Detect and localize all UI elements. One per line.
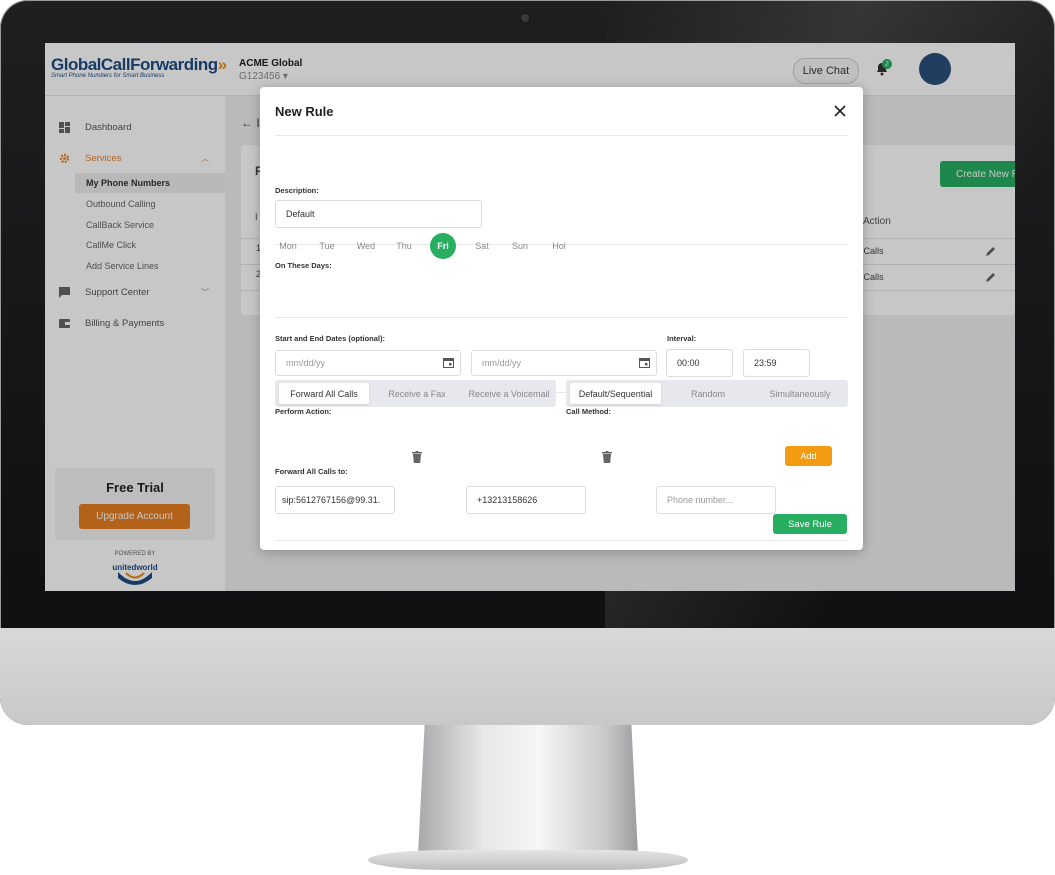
screen: GlobalCallForwarding» Smart Phone Number…	[45, 43, 1015, 591]
method-simultaneously[interactable]: Simultaneously	[755, 383, 845, 404]
dates-label: Start and End Dates (optional):	[275, 334, 386, 343]
day-fri[interactable]: Fri	[430, 233, 456, 259]
action-receive-fax[interactable]: Receive a Fax	[372, 383, 462, 404]
close-icon[interactable]	[834, 105, 846, 117]
interval-end-input[interactable]: 23:59	[743, 349, 810, 377]
day-wed[interactable]: Wed	[353, 233, 379, 259]
interval-label: Interval:	[667, 334, 697, 343]
day-tue[interactable]: Tue	[314, 233, 340, 259]
destination-input[interactable]: sip:5612767156@99.31.	[275, 486, 395, 514]
forward-to-label: Forward All Calls to:	[275, 467, 348, 476]
save-rule-button[interactable]: Save Rule	[773, 514, 847, 534]
destination-input[interactable]: +13213158626	[466, 486, 586, 514]
day-thu[interactable]: Thu	[391, 233, 417, 259]
day-mon[interactable]: Mon	[275, 233, 301, 259]
description-input[interactable]: Default	[275, 200, 482, 228]
monitor-stand	[418, 725, 638, 855]
calendar-icon[interactable]	[639, 357, 650, 368]
trash-icon[interactable]	[412, 451, 422, 463]
modal-title: New Rule	[275, 104, 334, 119]
interval-start-input[interactable]: 00:00	[666, 349, 733, 377]
new-phone-number-input[interactable]: Phone number...	[656, 486, 776, 514]
start-date-input[interactable]: mm/dd/yy	[275, 350, 461, 376]
calendar-icon[interactable]	[443, 357, 454, 368]
divider	[275, 540, 848, 541]
camera-icon	[521, 14, 529, 22]
days-label: On These Days:	[275, 261, 332, 270]
perform-action-segmented: Forward All Calls Receive a Fax Receive …	[275, 380, 556, 407]
method-random[interactable]: Random	[663, 383, 753, 404]
monitor-stand-base	[368, 850, 688, 870]
call-method-label: Call Method:	[566, 407, 611, 416]
day-sun[interactable]: Sun	[507, 233, 533, 259]
method-default-sequential[interactable]: Default/Sequential	[570, 383, 661, 404]
description-label: Description:	[275, 186, 319, 195]
action-receive-voicemail[interactable]: Receive a Voicemail	[464, 383, 554, 404]
perform-action-label: Perform Action:	[275, 407, 332, 416]
divider	[275, 135, 848, 136]
trash-icon[interactable]	[602, 451, 612, 463]
call-method-segmented: Default/Sequential Random Simultaneously	[566, 380, 848, 407]
add-destination-button[interactable]: Add	[785, 446, 832, 466]
day-sat[interactable]: Sat	[469, 233, 495, 259]
end-date-input[interactable]: mm/dd/yy	[471, 350, 657, 376]
divider	[275, 317, 848, 318]
new-rule-modal: New Rule Description: Default On These D…	[260, 87, 863, 550]
monitor-chin	[0, 628, 1055, 725]
action-forward-all-calls[interactable]: Forward All Calls	[279, 383, 369, 404]
day-hol[interactable]: Hol	[546, 233, 572, 259]
